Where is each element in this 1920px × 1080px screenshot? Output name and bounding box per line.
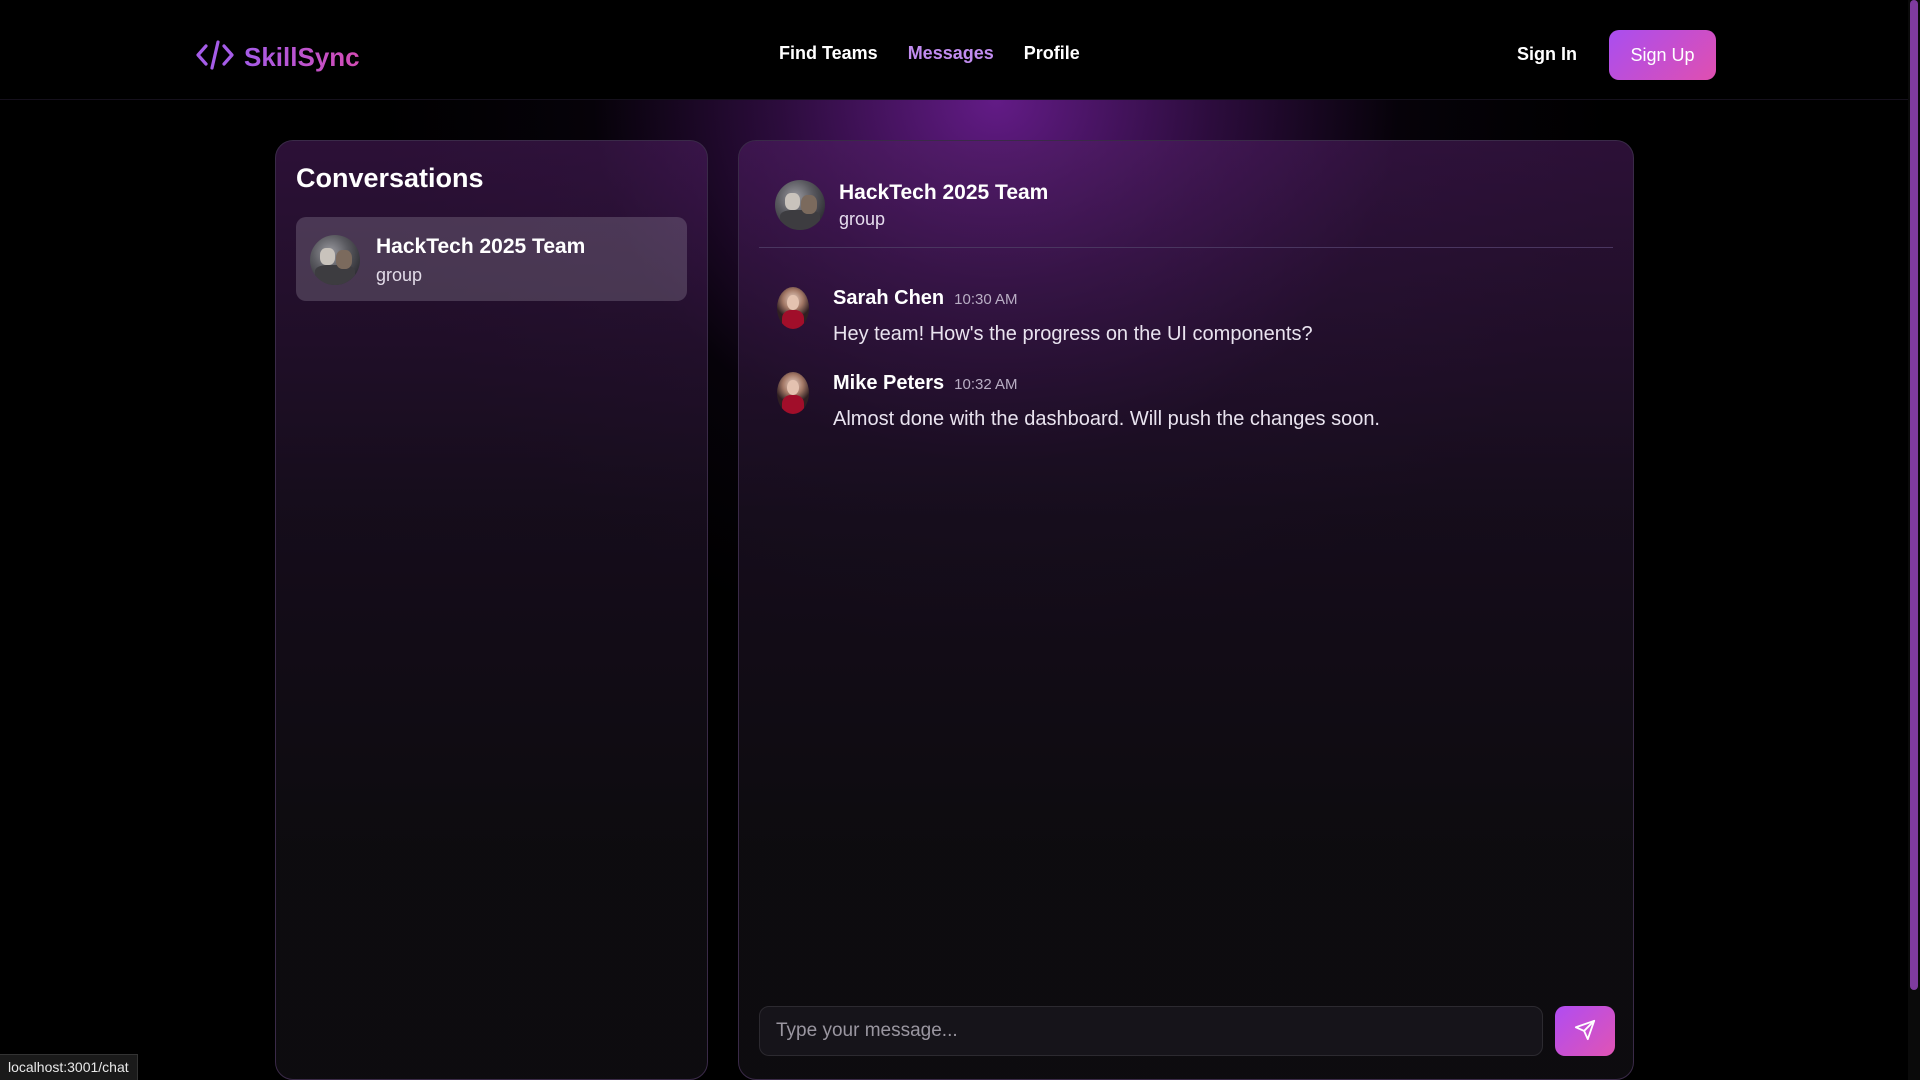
send-icon [1574, 1019, 1596, 1044]
chat-panel: HackTech 2025 Team group Sarah Chen 10:3… [738, 140, 1634, 1080]
brand-logo[interactable]: SkillSync [196, 38, 360, 77]
sign-in-link[interactable]: Sign In [1517, 44, 1577, 65]
chat-group-avatar [775, 180, 825, 230]
message-input[interactable] [759, 1006, 1543, 1056]
message-sender: Sarah Chen [833, 287, 945, 309]
scrollbar-thumb[interactable] [1910, 0, 1918, 990]
sender-avatar [777, 287, 809, 329]
chat-type: group [839, 209, 886, 229]
nav-profile[interactable]: Profile [1024, 43, 1080, 64]
message-time: 10:32 AM [954, 376, 1018, 393]
message-time: 10:30 AM [954, 291, 1018, 308]
nav-links: Find Teams Messages Profile [779, 43, 1080, 64]
send-button[interactable] [1555, 1006, 1615, 1056]
message-text: Almost done with the dashboard. Will pus… [833, 408, 1380, 430]
conversations-panel: Conversations HackTech 2025 Team group [275, 140, 708, 1080]
sign-up-button[interactable]: Sign Up [1609, 30, 1716, 80]
conversation-type: group [376, 265, 423, 285]
nav-messages[interactable]: Messages [908, 43, 994, 64]
chat-header: HackTech 2025 Team group [739, 141, 1633, 248]
chat-title: HackTech 2025 Team [839, 181, 1049, 204]
header-divider [759, 247, 1613, 248]
top-navbar: SkillSync Find Teams Messages Profile Si… [0, 0, 1908, 100]
brand-name: SkillSync [244, 42, 360, 72]
conversations-title: Conversations [296, 163, 484, 193]
code-icon [196, 38, 234, 77]
message-sender: Mike Peters [833, 372, 945, 394]
sender-avatar [777, 372, 809, 414]
status-url: localhost:3001/chat [0, 1054, 138, 1080]
nav-find-teams[interactable]: Find Teams [779, 43, 878, 64]
message-text: Hey team! How's the progress on the UI c… [833, 323, 1313, 345]
conversation-name: HackTech 2025 Team [376, 235, 586, 258]
conversation-item[interactable]: HackTech 2025 Team group [296, 217, 687, 301]
group-avatar [310, 235, 360, 285]
